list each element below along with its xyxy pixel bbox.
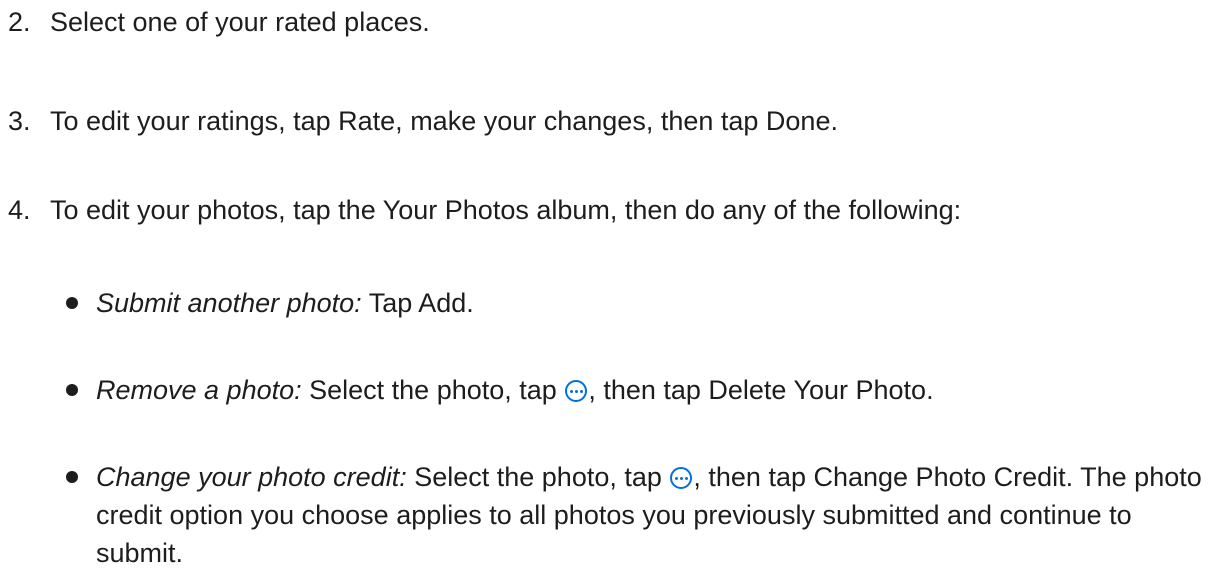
substep-label: Remove a photo: [96, 375, 302, 405]
help-document: 2. Select one of your rated places. 3. To … [0, 0, 1226, 568]
more-icon [565, 380, 588, 402]
substep-remove-photo: Remove a photo: Select the photo, tap , … [96, 371, 1221, 409]
step-number: 4. [8, 195, 31, 225]
bullet-icon [66, 384, 78, 396]
step-number: 3. [8, 106, 31, 136]
bullet-icon [66, 297, 78, 309]
step-text: To edit your ratings, tap Rate, make you… [50, 106, 838, 136]
substep-label: Change your photo credit: [96, 462, 407, 492]
substep-text: Select the photo, tap [301, 375, 565, 405]
substep-text: , then tap Delete Your Photo. [588, 375, 934, 405]
substep-change-credit: Change your photo credit: Select the pho… [96, 458, 1221, 572]
more-icon [670, 467, 693, 489]
bullet-icon [66, 471, 78, 483]
substep-text: Select the photo, tap [406, 462, 670, 492]
step-3: 3. To edit your ratings, tap Rate, make y… [0, 102, 838, 140]
step-4: 4. To edit your photos, tap the Your Phot… [0, 191, 961, 229]
substep-submit-photo: Submit another photo: Tap Add. [96, 284, 1221, 322]
step-number: 2. [8, 7, 31, 37]
substep-label: Submit another photo: [96, 288, 362, 318]
step-text: Select one of your rated places. [50, 7, 430, 37]
substep-text: Tap Add. [361, 288, 474, 318]
step-text: To edit your photos, tap the Your Photos… [50, 195, 962, 225]
step-2: 2. Select one of your rated places. [0, 3, 430, 41]
